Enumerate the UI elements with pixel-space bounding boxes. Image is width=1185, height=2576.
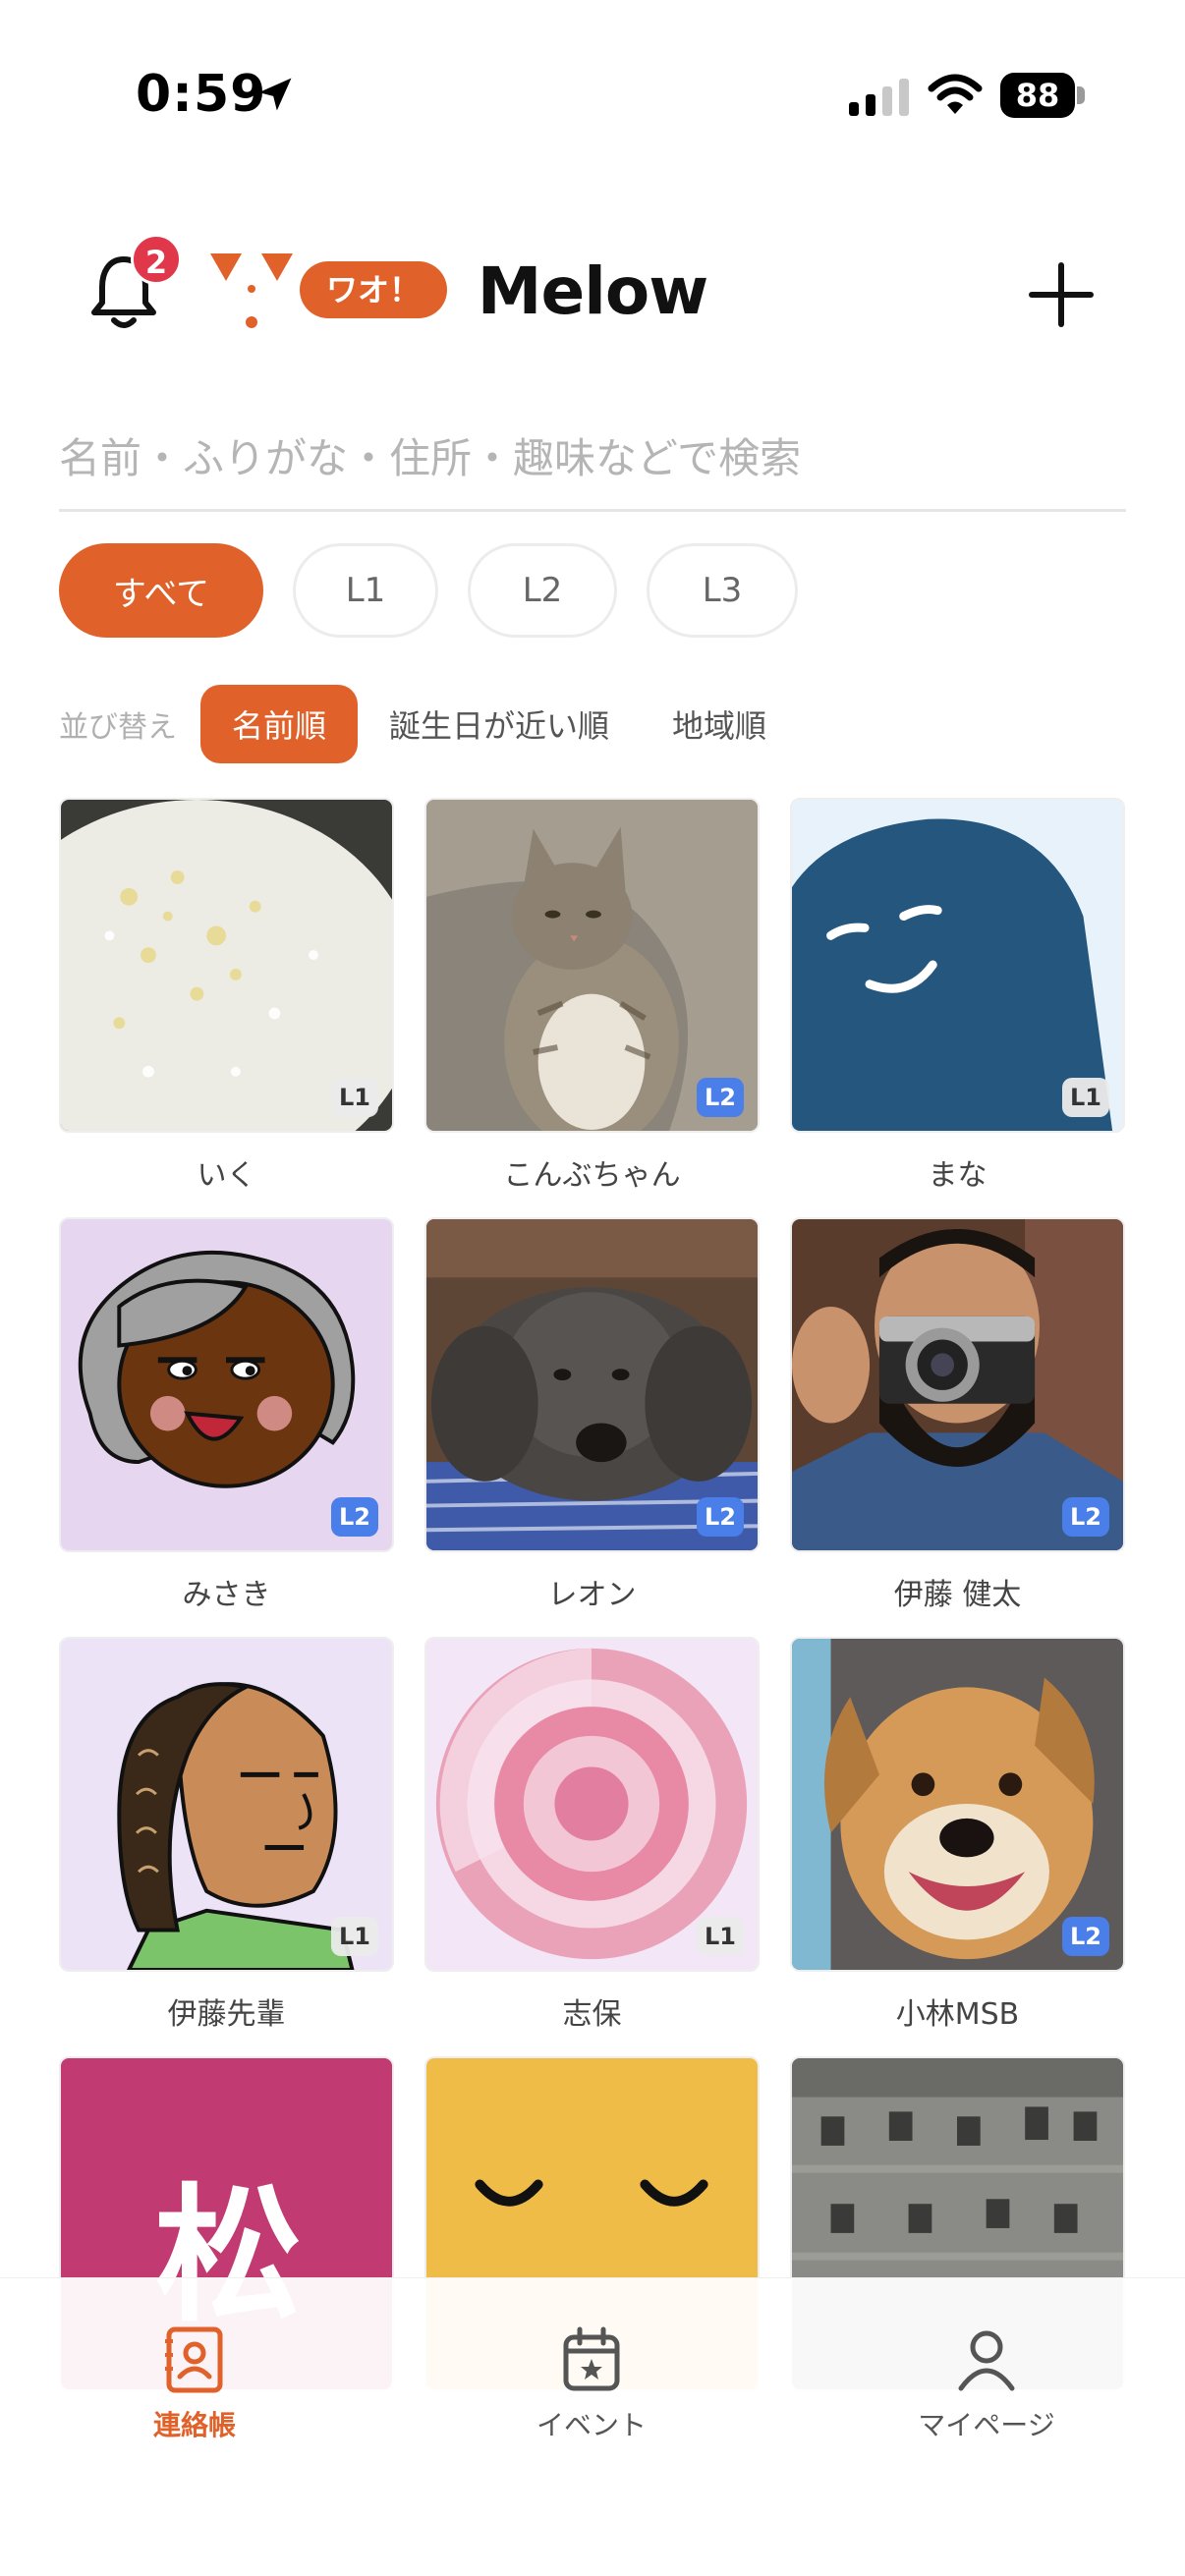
contact-name: 小林MSB bbox=[895, 1997, 1020, 2032]
contact-photo: L1 bbox=[59, 798, 394, 1133]
filter-chip-all[interactable]: すべて bbox=[59, 543, 263, 638]
level-badge: L2 bbox=[331, 1497, 378, 1537]
tab-mypage[interactable]: マイページ bbox=[888, 2325, 1085, 2443]
contact-photo: L1 bbox=[790, 798, 1125, 1133]
bottom-tab-bar: 連絡帳 イベント マイページ bbox=[0, 2277, 1185, 2576]
sort-by-birthday-button[interactable]: 誕生日が近い順 bbox=[358, 685, 641, 763]
sort-label: 並び替え bbox=[59, 710, 177, 745]
status-bar: 0:59 88 bbox=[0, 0, 1185, 187]
contact-photo: L2 bbox=[790, 1217, 1125, 1552]
tab-contacts-label: 連絡帳 bbox=[152, 2409, 236, 2441]
sort-by-name-button[interactable]: 名前順 bbox=[200, 685, 359, 763]
contact-card[interactable]: L1 志保 bbox=[424, 1637, 760, 2032]
sort-options: 並び替え 名前順 誕生日が近い順 地域順 bbox=[59, 685, 798, 763]
contact-card[interactable]: L1 いく bbox=[59, 798, 394, 1193]
sort-by-region-button[interactable]: 地域順 bbox=[641, 685, 798, 763]
tab-events-label: イベント bbox=[536, 2409, 647, 2441]
level-badge: L1 bbox=[697, 1917, 744, 1956]
tab-contacts[interactable]: 連絡帳 bbox=[96, 2325, 293, 2443]
contact-name: 志保 bbox=[562, 1997, 622, 2032]
filter-chip-l3[interactable]: L3 bbox=[647, 543, 798, 638]
app-title: Melow bbox=[477, 253, 708, 329]
contact-name: レオン bbox=[547, 1578, 637, 1612]
contact-name: 伊藤 健太 bbox=[893, 1578, 1022, 1612]
contact-card[interactable]: L1 まな bbox=[790, 798, 1125, 1193]
contact-photo: L1 bbox=[59, 1637, 394, 1972]
contact-name: 伊藤先輩 bbox=[167, 1997, 286, 2032]
battery-indicator: 88 bbox=[1000, 73, 1085, 118]
calendar-icon bbox=[563, 2326, 620, 2391]
battery-level: 88 bbox=[1015, 77, 1060, 114]
cellular-signal-icon bbox=[849, 79, 909, 116]
contact-photo: L2 bbox=[59, 1217, 394, 1552]
level-badge: L2 bbox=[697, 1497, 744, 1537]
contact-photo: L2 bbox=[424, 1217, 760, 1552]
level-badge: L2 bbox=[697, 1078, 744, 1117]
location-arrow-icon bbox=[258, 78, 292, 111]
contact-photo: L2 bbox=[790, 1637, 1125, 1972]
contact-card[interactable]: L2 みさき bbox=[59, 1217, 394, 1612]
search-input[interactable] bbox=[59, 408, 1126, 509]
contact-name: こんぶちゃん bbox=[503, 1158, 681, 1193]
contact-photo: L2 bbox=[424, 798, 760, 1133]
person-icon bbox=[958, 2330, 1015, 2391]
contact-name: みさき bbox=[182, 1578, 271, 1612]
wifi-icon bbox=[928, 74, 983, 114]
tab-mypage-label: マイページ bbox=[918, 2409, 1055, 2441]
contact-card[interactable]: L1 伊藤先輩 bbox=[59, 1637, 394, 2032]
level-badge: L1 bbox=[331, 1917, 378, 1956]
contact-card[interactable]: L2 レオン bbox=[424, 1217, 760, 1612]
contact-name: いく bbox=[197, 1158, 256, 1193]
filter-chip-l2[interactable]: L2 bbox=[468, 543, 617, 638]
add-contact-button[interactable] bbox=[1028, 261, 1095, 328]
level-badge: L1 bbox=[331, 1078, 378, 1117]
contact-card[interactable]: L2 小林MSB bbox=[790, 1637, 1125, 2032]
level-badge: L2 bbox=[1062, 1497, 1109, 1537]
tab-events[interactable]: イベント bbox=[493, 2325, 690, 2443]
contact-card[interactable]: L2 こんぶちゃん bbox=[424, 798, 760, 1193]
app-header: 2 ワオ！ Melow bbox=[0, 216, 1185, 364]
level-badge: L2 bbox=[1062, 1917, 1109, 1956]
contact-card[interactable]: L2 伊藤 健太 bbox=[790, 1217, 1125, 1612]
contact-book-icon bbox=[165, 2326, 223, 2393]
status-time: 0:59 bbox=[136, 65, 267, 124]
search-bar bbox=[59, 408, 1126, 512]
contact-photo: L1 bbox=[424, 1637, 760, 1972]
filter-chip-l1[interactable]: L1 bbox=[293, 543, 438, 638]
contact-name: まな bbox=[928, 1158, 988, 1193]
level-filter-chips: すべて L1 L2 L3 bbox=[59, 543, 798, 638]
level-badge: L1 bbox=[1062, 1078, 1109, 1117]
